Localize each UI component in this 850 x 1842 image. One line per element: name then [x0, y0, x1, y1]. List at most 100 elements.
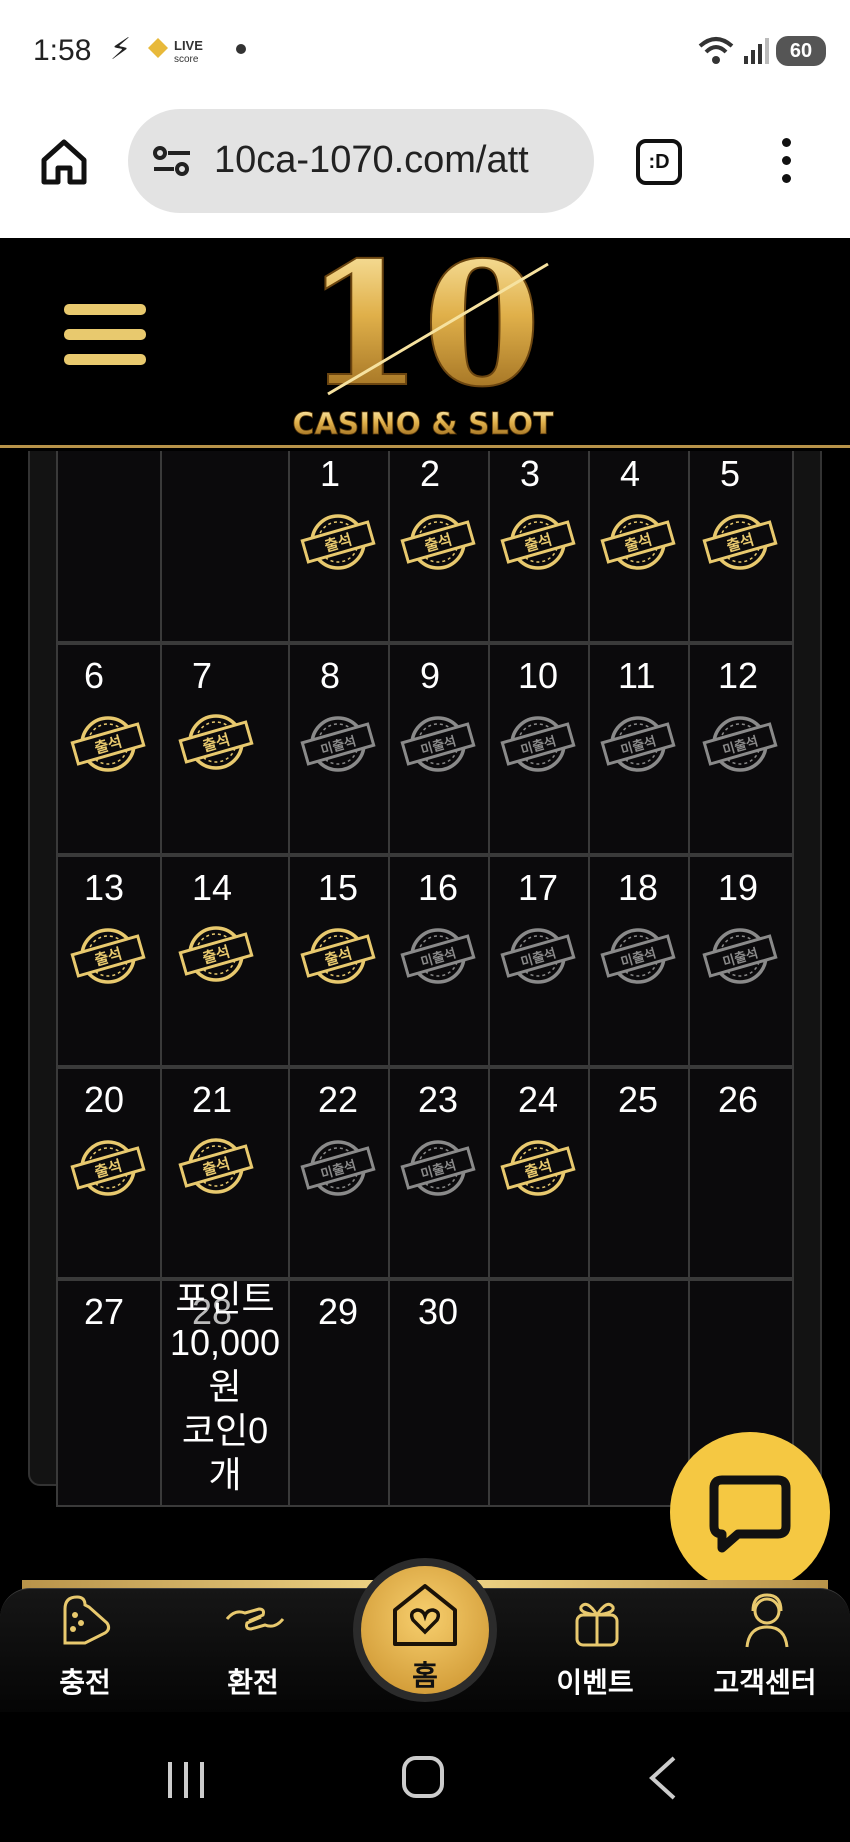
calendar-day-cell[interactable]: 17 미출석	[488, 855, 590, 1067]
day-number: 10	[518, 655, 559, 696]
attended-stamp-icon: 출석	[702, 514, 778, 570]
missed-stamp-icon: 미출석	[600, 716, 676, 772]
attended-stamp-icon: 출석	[300, 514, 376, 570]
missed-stamp-icon: 미출석	[300, 716, 376, 772]
exchange-icon	[225, 1607, 285, 1631]
attended-stamp-icon: 출석	[70, 1140, 146, 1196]
calendar-day-cell[interactable]: 4 출석	[588, 451, 690, 643]
nav-support[interactable]: 고객센터	[690, 1589, 840, 1713]
calendar-day-cell[interactable]: 26	[688, 1067, 794, 1279]
charge-icon	[63, 1595, 111, 1645]
calendar-week-row: 13 출석 14 출석 15 출석 16 미출석 17 미출석 18 미출석 1…	[56, 855, 794, 1067]
notification-dot-icon	[236, 44, 246, 54]
signal-icon	[744, 38, 769, 64]
day-number: 29	[318, 1291, 359, 1332]
day-number: 4	[620, 453, 641, 494]
chat-button[interactable]	[670, 1432, 830, 1592]
browser-toolbar: 10ca-1070.com/att :D	[0, 100, 850, 238]
calendar-day-cell	[588, 1279, 690, 1507]
calendar-day-cell[interactable]: 19 미출석	[688, 855, 794, 1067]
attended-stamp-icon: 출석	[400, 514, 476, 570]
calendar-day-cell[interactable]: 11 미출석	[588, 643, 690, 855]
calendar-day-cell	[160, 451, 290, 643]
url-text[interactable]: 10ca-1070.com/att	[214, 139, 529, 182]
calendar-day-cell[interactable]: 25	[588, 1067, 690, 1279]
system-nav-bar	[0, 1712, 850, 1842]
battery-indicator: 60	[776, 36, 826, 66]
tab-switcher-button[interactable]: :D	[636, 139, 682, 185]
missed-stamp-icon: 미출석	[400, 1140, 476, 1196]
calendar-day-cell[interactable]: 9 미출석	[388, 643, 490, 855]
svg-text:LIVE: LIVE	[174, 38, 203, 53]
svg-text:CASINO & SLOT: CASINO & SLOT	[292, 407, 554, 442]
calendar-day-cell[interactable]: 27	[56, 1279, 162, 1507]
calendar-day-cell[interactable]: 3 출석	[488, 451, 590, 643]
calendar-week-row: 6 출석 7 출석 8 미출석 9 미출석 10 미출석 11 미출석 12 미…	[56, 643, 794, 855]
calendar-day-cell[interactable]: 22 미출석	[288, 1067, 390, 1279]
calendar-day-cell[interactable]: 12 미출석	[688, 643, 794, 855]
day-number: 19	[718, 867, 759, 908]
site-settings-icon[interactable]	[150, 141, 194, 181]
calendar-day-cell[interactable]: 7 출석	[160, 643, 290, 855]
browser-home-icon[interactable]	[38, 136, 90, 188]
calendar-day-cell[interactable]: 10 미출석	[488, 643, 590, 855]
day-number: 6	[84, 655, 105, 696]
calendar-day-cell[interactable]: 28 포인트 10,000 원 코인0 개	[160, 1278, 290, 1507]
system-home-icon[interactable]	[402, 1756, 444, 1798]
calendar-day-cell[interactable]: 14 출석	[160, 855, 290, 1067]
support-agent-icon	[745, 1593, 789, 1648]
day-number: 17	[518, 867, 559, 908]
nav-home-label: 홈	[412, 1659, 438, 1692]
nav-event[interactable]: 이벤트	[520, 1589, 670, 1713]
calendar-day-cell[interactable]: 8 미출석	[288, 643, 390, 855]
attended-stamp-icon: 출석	[500, 514, 576, 570]
calendar-day-cell[interactable]: 29	[288, 1279, 390, 1507]
charging-bolt-icon: ⚡	[110, 32, 132, 67]
day-number: 21	[192, 1079, 233, 1120]
calendar-day-cell[interactable]: 1 출석	[288, 451, 390, 643]
calendar-day-cell[interactable]: 23 미출석	[388, 1067, 490, 1279]
hamburger-menu-icon[interactable]	[64, 304, 146, 374]
missed-stamp-icon: 미출석	[400, 716, 476, 772]
nav-charge[interactable]: 충전	[10, 1589, 160, 1713]
calendar-day-cell[interactable]: 15 출석	[288, 855, 390, 1067]
day-number: 24	[518, 1079, 559, 1120]
calendar-day-cell[interactable]: 18 미출석	[588, 855, 690, 1067]
missed-stamp-icon: 미출석	[400, 928, 476, 984]
missed-stamp-icon: 미출석	[600, 928, 676, 984]
point-reward-note: 포인트 10,000 원 코인0 개	[169, 1278, 281, 1495]
site-logo[interactable]: 10 CASINO & SLOT	[288, 244, 558, 444]
missed-stamp-icon: 미출석	[702, 716, 778, 772]
nav-support-label: 고객센터	[713, 1666, 817, 1699]
recent-apps-icon[interactable]	[166, 1760, 206, 1800]
back-icon[interactable]	[648, 1756, 678, 1800]
calendar-day-cell[interactable]: 13 출석	[56, 855, 162, 1067]
address-bar[interactable]: 10ca-1070.com/att	[128, 109, 594, 213]
calendar-day-cell[interactable]: 20 출석	[56, 1067, 162, 1279]
day-number: 11	[618, 655, 656, 696]
home-heart-icon	[393, 1584, 457, 1646]
day-number: 3	[520, 453, 541, 494]
calendar-day-cell[interactable]: 16 미출석	[388, 855, 490, 1067]
day-number: 1	[320, 453, 341, 494]
calendar-day-cell[interactable]: 30	[388, 1279, 490, 1507]
chat-bubble-icon	[709, 1475, 791, 1553]
calendar-day-cell[interactable]: 2 출석	[388, 451, 490, 643]
day-number: 13	[84, 867, 125, 908]
browser-menu-icon[interactable]	[778, 138, 794, 188]
missed-stamp-icon: 미출석	[300, 1140, 376, 1196]
calendar-day-cell[interactable]: 24 출석	[488, 1067, 590, 1279]
status-bar: 1:58 ⚡ LIVE score 60	[0, 0, 850, 100]
calendar-day-cell[interactable]: 6 출석	[56, 643, 162, 855]
calendar-day-cell[interactable]: 21 출석	[160, 1067, 290, 1279]
nav-home[interactable]: 홈	[353, 1558, 497, 1702]
attended-stamp-icon: 출석	[600, 514, 676, 570]
day-number: 16	[418, 867, 459, 908]
day-number: 7	[192, 655, 213, 696]
nav-exchange[interactable]: 환전	[178, 1589, 328, 1713]
day-number: 15	[318, 867, 359, 908]
day-number: 30	[418, 1291, 459, 1332]
gift-icon	[575, 1602, 619, 1647]
calendar-day-cell[interactable]: 5 출석	[688, 451, 794, 643]
clock: 1:58	[33, 34, 92, 67]
